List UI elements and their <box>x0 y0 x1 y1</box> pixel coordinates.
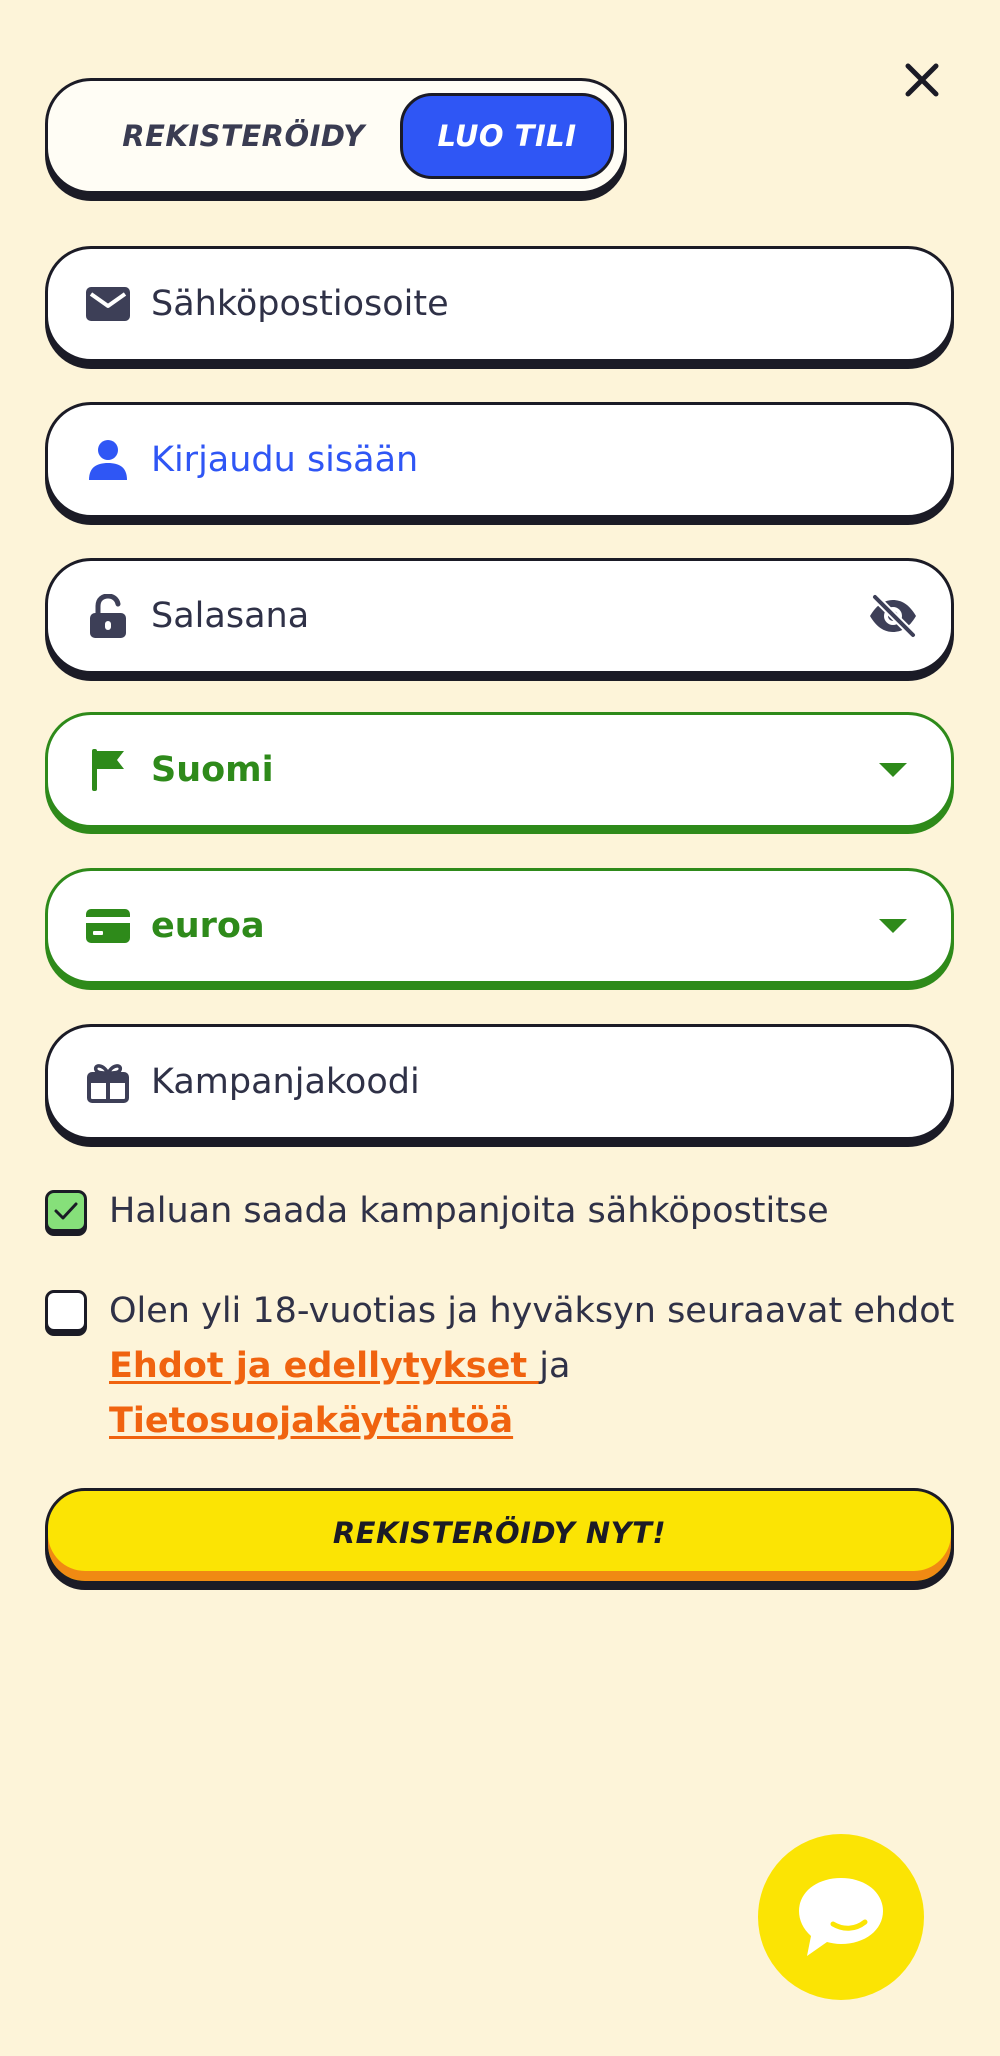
password-input[interactable] <box>151 586 865 646</box>
envelope-icon <box>84 280 132 328</box>
country-value: Suomi <box>151 750 274 790</box>
email-input[interactable] <box>151 274 921 334</box>
card-icon <box>84 902 132 950</box>
gift-icon <box>84 1058 132 1106</box>
chat-button[interactable] <box>758 1834 924 2000</box>
currency-select[interactable]: euroa <box>45 868 954 984</box>
checkmark-icon <box>54 1202 78 1220</box>
privacy-link[interactable]: Tietosuojakäytäntöä <box>109 1401 513 1441</box>
age-consent-text: Olen yli 18-vuotias ja hyväksyn seuraava… <box>109 1291 955 1331</box>
user-icon <box>84 436 132 484</box>
tab-create-account[interactable]: LUO TILI <box>400 93 614 179</box>
age-consent-checkbox[interactable] <box>45 1290 87 1332</box>
chevron-down-icon <box>865 902 921 950</box>
auth-mode-toggle: REKISTERÖIDY LUO TILI <box>45 78 627 194</box>
marketing-consent-row: Haluan saada kampanjoita sähköpostitse <box>45 1190 955 1239</box>
flag-icon <box>84 746 132 794</box>
chevron-down-icon <box>865 746 921 794</box>
registration-page: REKISTERÖIDY LUO TILI Sähköpostiosoite K… <box>0 0 1000 2056</box>
country-select[interactable]: Suomi <box>45 712 954 828</box>
close-icon <box>905 63 939 97</box>
email-field-wrapper <box>45 246 954 362</box>
marketing-consent-checkbox[interactable] <box>45 1190 87 1232</box>
marketing-consent-label: Haluan saada kampanjoita sähköpostitse <box>109 1191 829 1231</box>
age-consent-label: Olen yli 18-vuotias ja hyväksyn seuraava… <box>109 1284 955 1449</box>
promo-code-input[interactable] <box>151 1052 921 1112</box>
tab-register[interactable]: REKISTERÖIDY <box>51 84 436 188</box>
close-button[interactable] <box>896 54 948 106</box>
chat-bubble-icon <box>799 1878 883 1956</box>
register-now-button[interactable]: REKISTERÖIDY NYT! <box>45 1488 954 1584</box>
terms-link[interactable]: Ehdot ja edellytykset <box>109 1346 539 1386</box>
currency-value: euroa <box>151 906 265 946</box>
username-input[interactable] <box>151 430 921 490</box>
age-consent-row: Olen yli 18-vuotias ja hyväksyn seuraava… <box>45 1290 955 1449</box>
age-consent-and: ja <box>539 1346 571 1386</box>
password-field-wrapper <box>45 558 954 674</box>
promo-field-wrapper <box>45 1024 954 1140</box>
username-field-wrapper <box>45 402 954 518</box>
lock-open-icon <box>84 592 132 640</box>
eye-off-icon[interactable] <box>865 592 921 640</box>
